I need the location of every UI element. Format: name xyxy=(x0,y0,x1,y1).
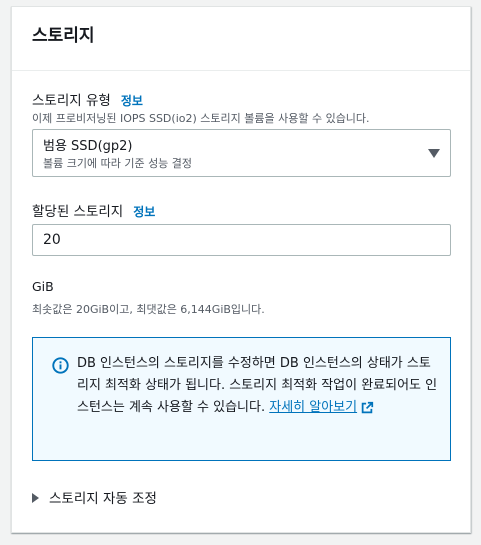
storage-type-label: 스토리지 유형 xyxy=(32,93,111,109)
panel-header: 스토리지 xyxy=(12,7,470,71)
storage-type-description: 이제 프로비저닝된 IOPS SSD(io2) 스토리지 볼륨을 사용할 수 있… xyxy=(32,112,370,125)
storage-autoscaling-expander[interactable]: 스토리지 자동 조정 xyxy=(32,487,157,507)
allocated-storage-constraint: 최솟값은 20GiB이고, 최댓값은 6,144GiB입니다. xyxy=(32,303,265,316)
storage-type-selected-description: 볼륨 크기에 따라 기준 성능 결정 xyxy=(43,157,193,170)
storage-autoscaling-label: 스토리지 자동 조정 xyxy=(49,491,157,507)
learn-more-label: 자세히 알아보기 xyxy=(269,400,358,415)
storage-type-info-link[interactable]: 정보 xyxy=(121,94,143,108)
storage-type-select[interactable]: 범용 SSD(gp2) 볼륨 크기에 따라 기준 성능 결정 xyxy=(32,129,451,177)
learn-more-link[interactable]: 자세히 알아보기 xyxy=(269,400,374,415)
caret-right-icon xyxy=(32,493,39,503)
allocated-storage-label-row: 할당된 스토리지 정보 xyxy=(32,200,155,220)
external-link-icon xyxy=(361,401,374,413)
allocated-storage-unit: GiB xyxy=(32,279,54,294)
info-icon xyxy=(52,357,69,374)
storage-panel: 스토리지 스토리지 유형 정보 이제 프로비저닝된 IOPS SSD(io2) 스… xyxy=(11,6,471,533)
alert-text: DB 인스턴스의 스토리지를 수정하면 DB 인스턴스의 상태가 스토리지 최적… xyxy=(77,356,438,415)
alert-message: DB 인스턴스의 스토리지를 수정하면 DB 인스턴스의 상태가 스토리지 최적… xyxy=(77,353,441,419)
storage-type-selected-value: 범용 SSD(gp2) xyxy=(43,139,133,154)
allocated-storage-input[interactable]: 20 xyxy=(32,224,451,256)
allocated-storage-label: 할당된 스토리지 xyxy=(32,204,124,220)
caret-down-icon xyxy=(428,149,440,158)
info-alert: DB 인스턴스의 스토리지를 수정하면 DB 인스턴스의 상태가 스토리지 최적… xyxy=(32,337,451,461)
panel-title: 스토리지 xyxy=(32,26,95,46)
storage-type-label-row: 스토리지 유형 정보 xyxy=(32,89,143,109)
allocated-storage-info-link[interactable]: 정보 xyxy=(133,205,155,219)
